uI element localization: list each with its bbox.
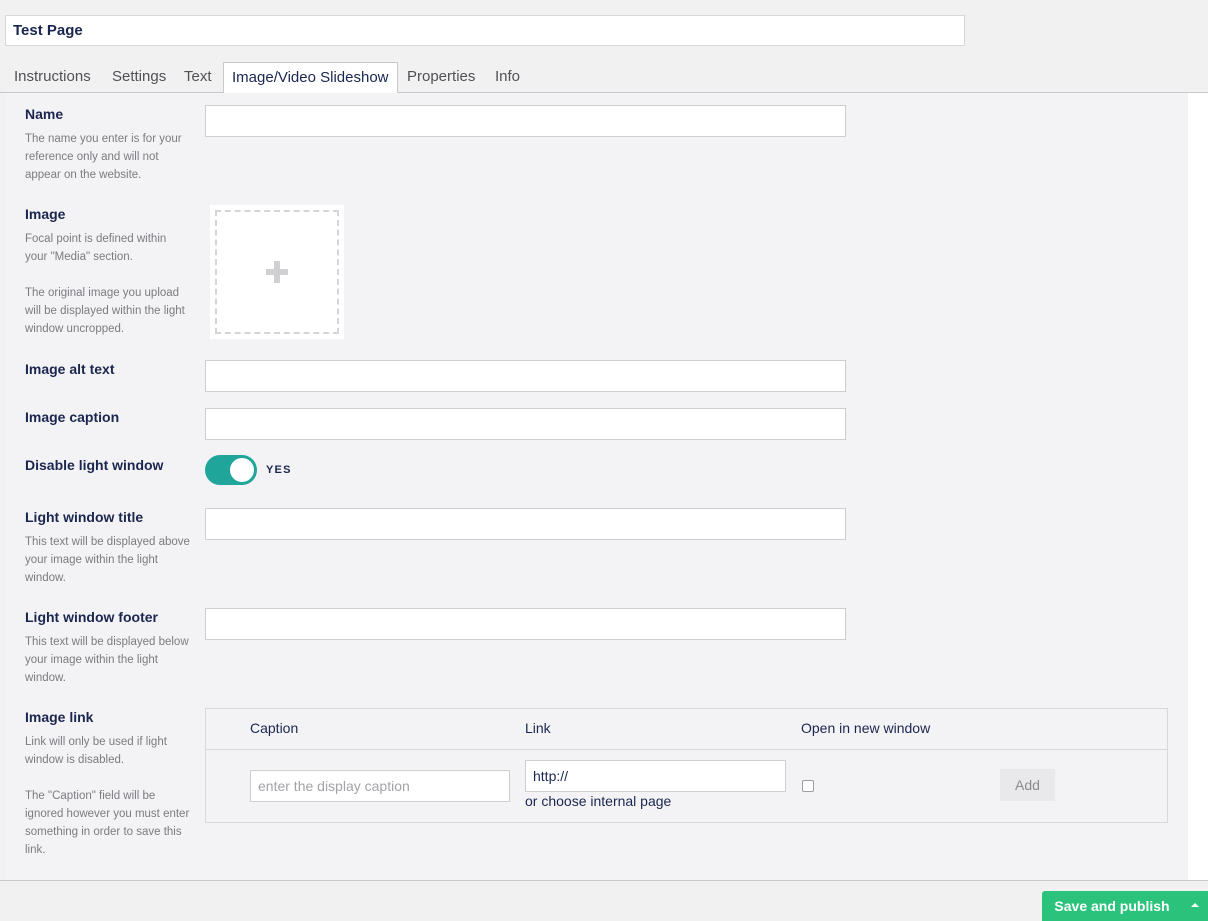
disable-light-window-toggle[interactable]: [205, 455, 257, 485]
tab-image-video-slideshow[interactable]: Image/Video Slideshow: [223, 62, 398, 94]
caption-input[interactable]: [206, 409, 845, 439]
light-window-footer-description: This text will be displayed below your i…: [25, 636, 189, 684]
add-link-button[interactable]: Add: [1000, 769, 1055, 801]
tab-properties[interactable]: Properties: [407, 62, 475, 93]
image-description-original: The original image you upload will be di…: [25, 287, 185, 335]
caption-field[interactable]: [205, 408, 846, 440]
name-description: The name you enter is for your reference…: [25, 133, 182, 181]
name-field[interactable]: [205, 105, 846, 137]
link-caption-field[interactable]: [250, 770, 510, 802]
tab-bar: Instructions Settings Text Image/Video S…: [0, 62, 1208, 94]
image-link-caption-note: The "Caption" field will be ignored howe…: [25, 790, 190, 856]
slideshow-panel: Name The name you enter is for your refe…: [5, 93, 1188, 880]
caption-label: Image caption: [25, 409, 120, 425]
image-dropzone[interactable]: [215, 210, 339, 334]
caret-up-icon: [1191, 903, 1199, 907]
link-column-header: Link: [525, 720, 551, 736]
image-label: Image: [25, 206, 66, 222]
alt-text-label: Image alt text: [25, 361, 115, 377]
tab-settings[interactable]: Settings: [112, 62, 166, 93]
new-window-column-header: Open in new window: [801, 720, 931, 736]
image-picker[interactable]: [210, 205, 344, 339]
disable-light-window-label: Disable light window: [25, 457, 164, 473]
name-label: Name: [25, 106, 64, 122]
page-name-input[interactable]: [6, 16, 964, 45]
light-window-footer-field[interactable]: [205, 608, 846, 640]
tab-text[interactable]: Text: [184, 62, 212, 93]
tab-info[interactable]: Info: [495, 62, 520, 93]
save-and-publish-button[interactable]: Save and publish: [1042, 891, 1182, 921]
name-input[interactable]: [206, 106, 845, 136]
plus-icon: [266, 261, 288, 283]
alt-text-input[interactable]: [206, 361, 845, 391]
link-caption-input[interactable]: [251, 771, 509, 801]
page-name-field[interactable]: [5, 15, 965, 46]
light-window-footer-label: Light window footer: [25, 609, 158, 625]
open-in-new-window-checkbox[interactable]: [802, 780, 814, 792]
alt-text-field[interactable]: [205, 360, 846, 392]
image-link-description: Link will only be used if light window i…: [25, 736, 167, 766]
link-table-header: Caption Link Open in new window: [206, 709, 1167, 750]
scroll-gutter: [1188, 93, 1208, 880]
tab-instructions[interactable]: Instructions: [14, 62, 91, 93]
toggle-state-label: YES: [266, 464, 292, 476]
link-url-input[interactable]: [526, 761, 785, 791]
caption-column-header: Caption: [250, 720, 299, 736]
image-description-focal: Focal point is defined within your "Medi…: [25, 233, 167, 263]
light-window-title-input[interactable]: [206, 509, 845, 539]
choose-internal-page-link[interactable]: or choose internal page: [525, 793, 671, 809]
publish-button-group: Save and publish: [1042, 891, 1208, 921]
light-window-title-label: Light window title: [25, 509, 144, 525]
publish-options-toggle[interactable]: [1182, 891, 1208, 921]
toggle-knob: [230, 458, 254, 482]
footer-bar: Save and publish: [0, 880, 1208, 921]
light-window-footer-input[interactable]: [206, 609, 845, 639]
light-window-title-description: This text will be displayed above your i…: [25, 536, 190, 584]
image-link-label: Image link: [25, 709, 94, 725]
link-url-field[interactable]: [525, 760, 786, 792]
image-link-table: Caption Link Open in new window or choos…: [205, 708, 1168, 823]
light-window-title-field[interactable]: [205, 508, 846, 540]
